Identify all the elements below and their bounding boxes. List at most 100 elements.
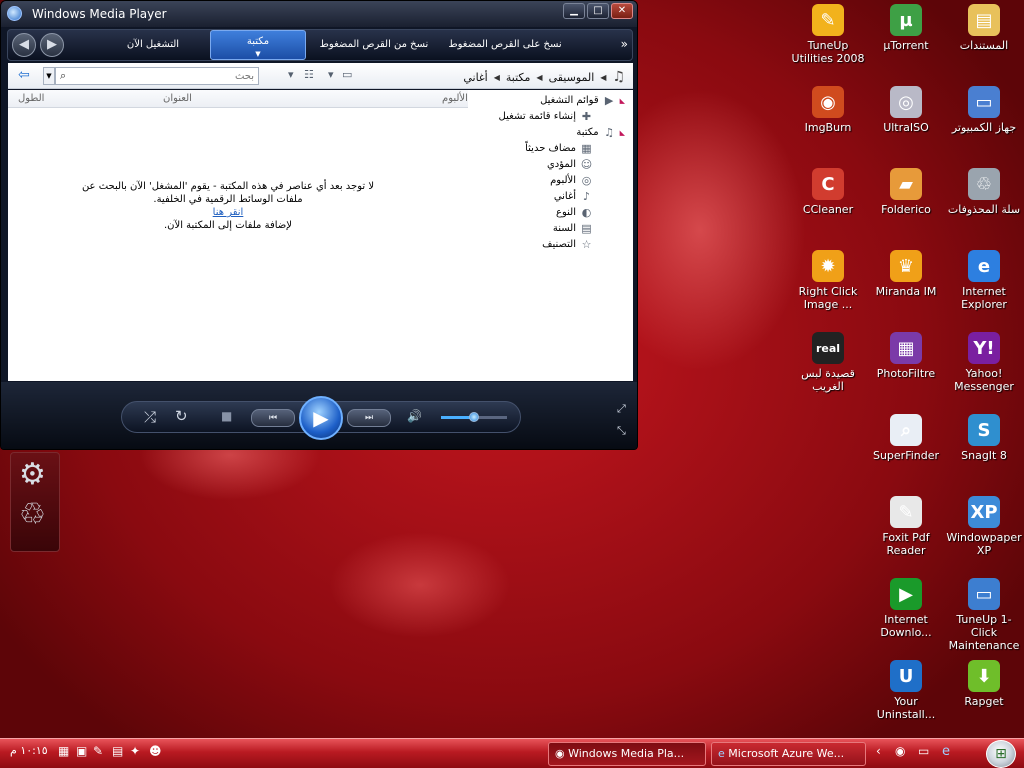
desktop-icon[interactable]: ⬇ Rapget (945, 660, 1023, 708)
media-player-quicklaunch-icon[interactable]: ◉ (895, 744, 905, 758)
media-player-icon: ◉ (555, 747, 565, 760)
tree-item-create-playlist[interactable]: ✚ إنشاء قائمة تشغيل (499, 110, 593, 123)
tree-item-playlists[interactable]: ◣ ▶ قوائم التشغيل (540, 94, 625, 107)
title-bar[interactable]: Windows Media Player ▁ □ ✕ (1, 1, 637, 27)
chevron-down-icon[interactable]: ▾ (288, 68, 294, 81)
previous-button[interactable]: ⏮ (251, 409, 295, 427)
view-options-icon[interactable]: ☷ (304, 68, 314, 81)
tab-now-playing[interactable]: التشغيل الآن (98, 30, 208, 60)
layout-icon[interactable]: ▭ (342, 68, 352, 81)
show-desktop-icon[interactable]: ▭ (918, 744, 929, 758)
minimize-button[interactable]: ▁ (563, 3, 585, 19)
view-dropdown-icon[interactable]: ▾ (328, 68, 334, 81)
back-button[interactable]: ◀ (12, 33, 36, 57)
close-button[interactable]: ✕ (611, 3, 633, 19)
search-options-dropdown[interactable]: ▼ (43, 67, 55, 85)
desktop-icon[interactable]: Y! Yahoo! Messenger (945, 332, 1023, 393)
playlist-icon: ▶ (604, 94, 614, 107)
desktop-icon[interactable]: ▤ المستندات (945, 4, 1023, 52)
desktop-icon[interactable]: ✹ Right Click Image ... (789, 250, 867, 311)
tree-item-library[interactable]: ◣ ♫ مكتبة (576, 126, 625, 139)
breadcrumb-item-songs[interactable]: أغاني (463, 71, 487, 84)
desktop-icon[interactable]: ▭ جهاز الكمبيوتر (945, 86, 1023, 134)
tree-item-year[interactable]: ▤ السنة (553, 222, 593, 235)
click-here-link[interactable]: انقر هنا (48, 206, 408, 219)
expand-triangle-icon[interactable]: ◣ (620, 97, 625, 105)
repeat-button[interactable]: ↻ (175, 407, 188, 425)
next-button[interactable]: ⏭ (347, 409, 391, 427)
play-button[interactable]: ▶ (299, 396, 343, 440)
start-button[interactable]: ⊞ (986, 740, 1016, 768)
network-tray-icon[interactable]: ▣ (76, 744, 87, 758)
desktop-icon[interactable]: C CCleaner (789, 168, 867, 216)
desktop-icon-image: ✎ (890, 496, 922, 528)
tree-item-genre[interactable]: ◐ النوع (556, 206, 593, 219)
column-length[interactable]: الطول (18, 93, 44, 104)
more-tabs-icon[interactable]: » (621, 37, 628, 51)
desktop-icon[interactable]: XP Windowpaper XP (945, 496, 1023, 557)
back-arrow-icon[interactable]: ⇦ (18, 67, 30, 83)
breadcrumb: ♫ ◀ الموسيقى ◀ مكتبة ◀ أغاني (463, 69, 625, 85)
library-music-icon: ♫ (604, 126, 615, 139)
recycle-bin-icon[interactable]: ♲ (19, 497, 46, 532)
desktop-icon-image: C (812, 168, 844, 200)
tree-item-album[interactable]: ◎ الألبوم (550, 174, 593, 187)
taskbar-button-azure[interactable]: e Microsoft Azure We... (711, 742, 866, 766)
desktop-icon[interactable]: U Your Uninstall... (867, 660, 945, 721)
desktop-icon[interactable]: µ µTorrent (867, 4, 945, 52)
volume-icon[interactable]: 🔊 (407, 409, 422, 423)
volume-slider[interactable] (441, 412, 507, 422)
volume-knob[interactable] (469, 412, 479, 422)
desktop-icon[interactable]: e Internet Explorer (945, 250, 1023, 311)
tab-rip[interactable]: نسخ من القرص المضغوط (313, 30, 435, 60)
tree-item-label: السنة (552, 223, 576, 234)
desktop-icon[interactable]: ▶ Internet Downlo... (867, 578, 945, 639)
search-icon[interactable]: ⌕ (60, 69, 66, 83)
gear-icon[interactable]: ⚙ (19, 457, 46, 492)
forward-button[interactable]: ▶ (40, 33, 64, 57)
pen-tray-icon[interactable]: ✎ (93, 744, 103, 758)
taskbar-button-media-player[interactable]: ◉ Windows Media Pla... (548, 742, 706, 766)
desktop-icon[interactable]: ✎ Foxit Pdf Reader (867, 496, 945, 557)
desktop-icon[interactable]: ▦ PhotoFiltre (867, 332, 945, 380)
shuffle-button[interactable]: ⤮ (144, 408, 156, 426)
search-input[interactable] (56, 68, 258, 84)
desktop-icon[interactable]: S SnagIt 8 (945, 414, 1023, 462)
tab-burn[interactable]: نسخ على القرص المضغوط (440, 30, 570, 60)
tree-item-songs[interactable]: ♪ أغاني (554, 190, 593, 203)
tab-library[interactable]: مكتبة ▼ (210, 30, 306, 60)
column-title[interactable]: العنوان (163, 93, 192, 104)
tree-item-artist[interactable]: ☺ المؤدي (547, 158, 593, 171)
messenger-tray-icon[interactable]: ☻ (149, 744, 162, 758)
desktop-icon[interactable]: ◉ ImgBurn (789, 86, 867, 134)
desktop-icon[interactable]: real قصيدة لبس الغريب (789, 332, 867, 393)
quicklaunch-chevron-icon[interactable]: ‹ (876, 744, 881, 758)
column-album[interactable]: الألبوم (442, 93, 468, 104)
calendar-tray-icon[interactable]: ▦ (58, 744, 69, 758)
breadcrumb-item-music[interactable]: الموسيقى (549, 71, 595, 84)
fullscreen-icon[interactable]: ⤡ (617, 424, 626, 438)
create-playlist-icon: ✚ (581, 110, 592, 123)
desktop-icon-label: Internet Explorer (961, 285, 1007, 311)
printer-tray-icon[interactable]: ▤ (112, 744, 123, 758)
desktop-icon[interactable]: ◎ UltraISO (867, 86, 945, 134)
clock[interactable]: ١٠:١٥ م (10, 744, 48, 757)
desktop-icon[interactable]: ▰ Folderico (867, 168, 945, 216)
switch-to-skin-icon[interactable]: ⤢ (617, 402, 626, 416)
desktop-icon-label: Internet Downlo... (880, 613, 932, 639)
tree-item-recently-added[interactable]: ▦ مضاف حديثاً (525, 142, 593, 155)
desktop-icon[interactable]: ♲ سلة المحذوفات (945, 168, 1023, 216)
stop-button[interactable]: ■ (221, 409, 232, 423)
desktop-icon[interactable]: ♛ Miranda IM (867, 250, 945, 298)
tree-item-rating[interactable]: ☆ التصنيف (542, 238, 593, 251)
desktop-icon-label: Right Click Image ... (798, 285, 858, 311)
breadcrumb-item-library[interactable]: مكتبة (506, 71, 531, 84)
maximize-button[interactable]: □ (587, 3, 609, 19)
expand-triangle-icon[interactable]: ◣ (620, 129, 625, 137)
desktop-icon[interactable]: ▭ TuneUp 1-Click Maintenance (945, 578, 1023, 652)
desktop-icon-image: ⬇ (968, 660, 1000, 692)
desktop-icon[interactable]: ⌕ SuperFinder (867, 414, 945, 462)
utility-tray-icon[interactable]: ✦ (130, 744, 140, 758)
ie-quicklaunch-icon[interactable]: e (942, 744, 950, 759)
desktop-icon[interactable]: ✎ TuneUp Utilities 2008 (789, 4, 867, 65)
